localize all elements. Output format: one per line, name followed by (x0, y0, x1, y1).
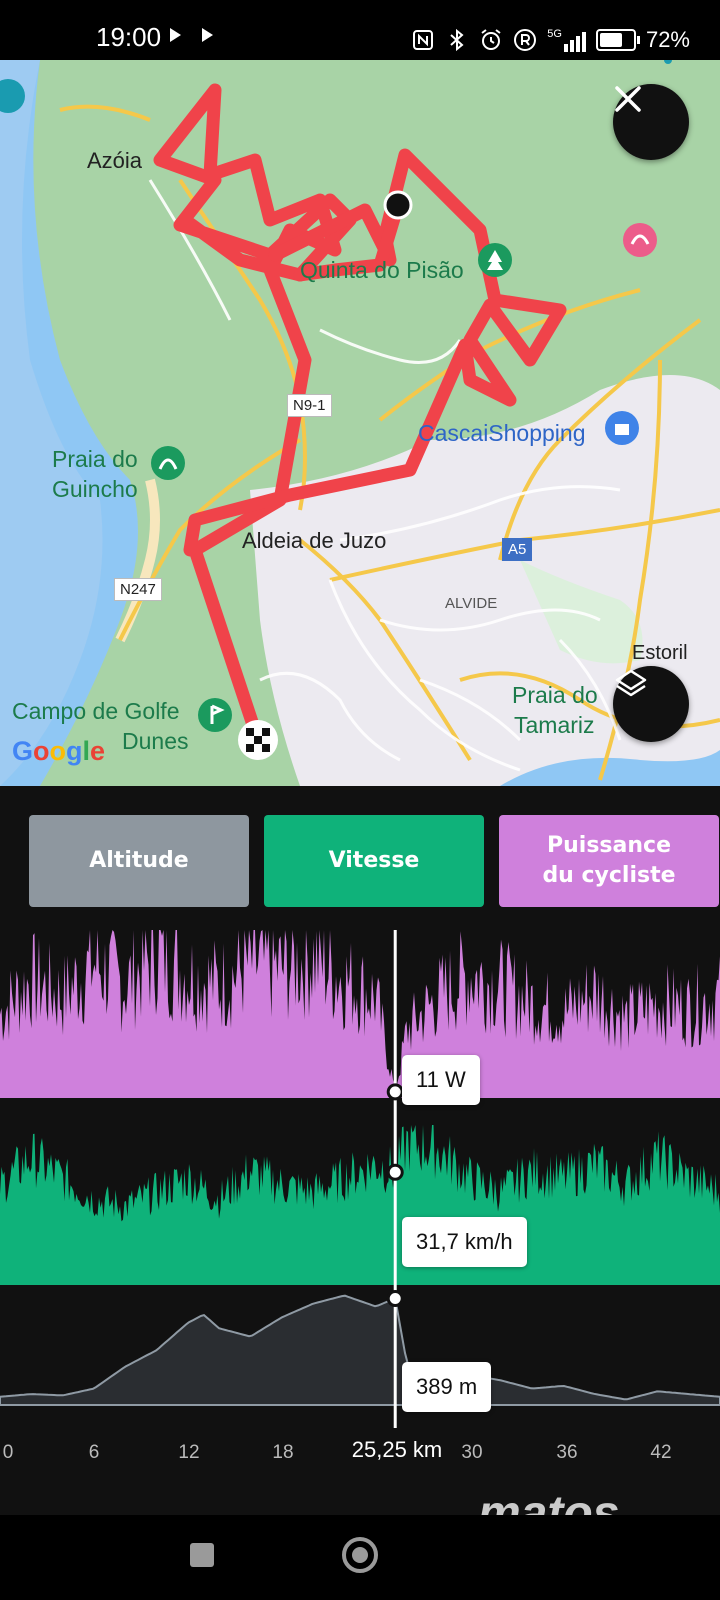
nfc-icon (411, 28, 435, 52)
google-logo: Google (12, 736, 105, 767)
cursor-point (386, 1289, 404, 1307)
position-marker (383, 190, 413, 220)
google-attribution: Google (12, 736, 106, 766)
close-button[interactable] (613, 84, 689, 160)
beach-pin-icon (151, 446, 185, 480)
status-icons: 5G 72% (411, 20, 690, 60)
place-label: Praia do (512, 682, 598, 708)
place-label: Aldeia de Juzo (242, 528, 387, 553)
place-label: Guincho (52, 476, 138, 502)
altitude-series (0, 1294, 720, 1406)
tab-label: Altitude (89, 848, 189, 874)
speed-series (0, 1125, 720, 1285)
route-map[interactable]: Azóia Quinta do Pisão Praia do Guincho C… (0, 60, 720, 786)
tab-label: Puissance du cycliste (542, 833, 676, 888)
place-label: ALVIDE (445, 595, 498, 612)
place-label: Quinta do Pisão (300, 257, 464, 283)
place-label: Azóia (87, 148, 143, 173)
play-icon (202, 28, 213, 42)
x-tick: 0 (2, 1442, 14, 1463)
alarm-icon (479, 28, 503, 52)
speed-value: 31,7 km/h (416, 1229, 513, 1254)
registered-icon (513, 28, 537, 52)
close-icon (615, 86, 641, 112)
place-label: Tamariz (514, 712, 595, 738)
recents-button[interactable] (190, 1543, 214, 1567)
power-readout: 11 W (402, 1055, 480, 1105)
x-tick: 30 (461, 1442, 483, 1463)
power-value: 11 W (416, 1067, 466, 1092)
cursor-distance-value: 25,25 km (351, 1437, 443, 1462)
place-label: Campo de Golfe (12, 698, 180, 724)
cursor-point (386, 1163, 404, 1181)
battery-icon (595, 29, 640, 51)
x-tick: 12 (178, 1442, 200, 1463)
layers-button[interactable] (613, 666, 689, 742)
status-time: 19:00 (96, 22, 162, 52)
place-label: Praia do (52, 446, 138, 472)
tab-vitesse[interactable]: Vitesse (264, 815, 484, 907)
finish-flag-icon (238, 720, 278, 760)
road-label: A5 (502, 538, 533, 561)
road-label: N9-1 (287, 394, 332, 417)
power-series (0, 930, 720, 1098)
altitude-readout: 389 m (402, 1362, 492, 1412)
place-label: Estoril (632, 642, 688, 664)
leisure-pin-icon (623, 223, 657, 257)
tab-label: Vitesse (328, 848, 420, 874)
shopping-pin-icon (605, 411, 639, 445)
x-tick: 6 (88, 1442, 100, 1463)
play-icon (170, 28, 181, 42)
x-tick: 36 (556, 1442, 578, 1463)
bluetooth-icon (445, 28, 469, 52)
place-label: Dunes (122, 728, 189, 754)
signal-5g-icon: 5G (547, 28, 586, 52)
tree-pin-icon (478, 243, 512, 277)
metric-tabs: Altitude Vitesse Puissance du cycliste (0, 815, 720, 907)
battery-percent: 72% (645, 27, 690, 52)
x-tick: 42 (650, 1442, 672, 1463)
tab-altitude[interactable]: Altitude (29, 815, 249, 907)
system-nav-bar (0, 1515, 720, 1600)
network-type: 5G (547, 28, 562, 40)
layers-icon (615, 669, 647, 697)
road-label: N247 (114, 578, 162, 601)
chart-canvas (0, 920, 720, 1428)
altitude-value: 389 m (416, 1374, 478, 1399)
profile-charts[interactable] (0, 920, 720, 1470)
speed-readout: 31,7 km/h (402, 1217, 527, 1267)
cursor-point (386, 1083, 404, 1101)
place-label: CascaiShopping (418, 420, 586, 446)
cursor-distance[interactable]: 25,25 km (342, 1428, 452, 1472)
x-tick: 18 (272, 1442, 294, 1463)
tab-puissance[interactable]: Puissance du cycliste (499, 815, 719, 907)
home-button[interactable] (342, 1537, 378, 1573)
battery-fill (599, 33, 622, 47)
golf-pin-icon (198, 698, 232, 732)
